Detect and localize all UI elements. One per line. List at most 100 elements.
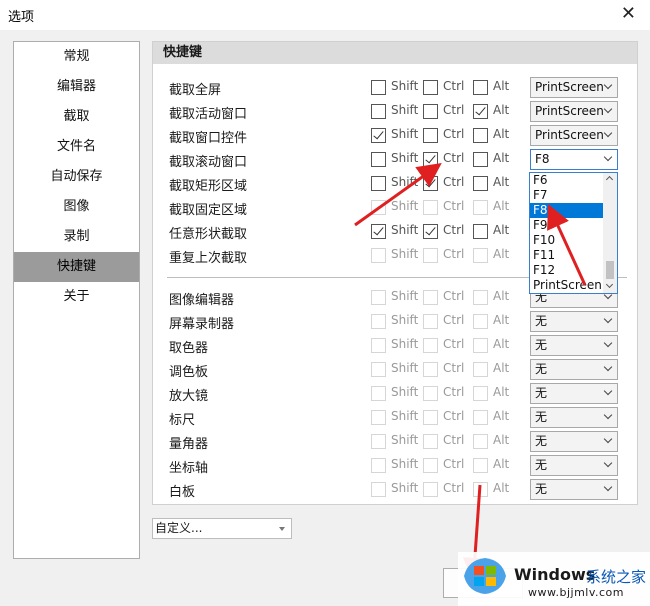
sidebar-item-3[interactable]: 文件名 xyxy=(14,132,139,162)
shift-checkbox[interactable] xyxy=(371,434,386,449)
sidebar-item-0[interactable]: 常规 xyxy=(14,42,139,72)
key-select[interactable]: 无 xyxy=(530,311,618,332)
alt-label: Alt xyxy=(493,175,510,189)
sidebar-item-6[interactable]: 录制 xyxy=(14,222,139,252)
alt-label: Alt xyxy=(493,79,510,93)
shift-label: Shift xyxy=(391,337,419,351)
shift-checkbox[interactable] xyxy=(371,104,386,119)
shift-checkbox[interactable] xyxy=(371,224,386,239)
close-icon[interactable]: ✕ xyxy=(621,3,636,24)
ctrl-checkbox[interactable] xyxy=(423,248,438,263)
key-select[interactable]: 无 xyxy=(530,383,618,404)
shift-label: Shift xyxy=(391,433,419,447)
hotkey-row: 量角器 Shift Ctrl Alt 无 xyxy=(153,430,639,454)
ctrl-label: Ctrl xyxy=(443,151,465,165)
sidebar-item-7[interactable]: 快捷键 xyxy=(14,252,139,282)
chevron-down-icon xyxy=(603,386,613,396)
key-select[interactable]: 无 xyxy=(530,359,618,380)
alt-checkbox[interactable] xyxy=(473,128,488,143)
shift-checkbox[interactable] xyxy=(371,80,386,95)
key-dropdown-list[interactable]: F6 F7 F8 F9 F10 F11 F12 PrintScreen xyxy=(529,172,618,294)
key-select-value: 无 xyxy=(535,338,548,352)
alt-checkbox[interactable] xyxy=(473,410,488,425)
shift-checkbox[interactable] xyxy=(371,338,386,353)
alt-label: Alt xyxy=(493,223,510,237)
key-select-value: 无 xyxy=(535,362,548,376)
sidebar-item-8[interactable]: 关于 xyxy=(14,282,139,312)
shift-checkbox[interactable] xyxy=(371,362,386,377)
ctrl-checkbox[interactable] xyxy=(423,224,438,239)
key-select[interactable]: PrintScreen xyxy=(530,101,618,122)
ctrl-checkbox[interactable] xyxy=(423,200,438,215)
ctrl-checkbox[interactable] xyxy=(423,152,438,167)
key-select-value: PrintScreen xyxy=(535,104,604,118)
shift-checkbox[interactable] xyxy=(371,410,386,425)
hotkey-label: 截取全屏 xyxy=(169,83,222,98)
scroll-up-icon[interactable] xyxy=(605,175,614,184)
alt-checkbox[interactable] xyxy=(473,458,488,473)
shift-checkbox[interactable] xyxy=(371,176,386,191)
alt-checkbox[interactable] xyxy=(473,434,488,449)
alt-checkbox[interactable] xyxy=(473,80,488,95)
ctrl-checkbox[interactable] xyxy=(423,176,438,191)
alt-checkbox[interactable] xyxy=(473,386,488,401)
key-select[interactable]: 无 xyxy=(530,455,618,476)
key-select[interactable]: PrintScreen xyxy=(530,125,618,146)
shift-label: Shift xyxy=(391,313,419,327)
key-select[interactable]: F8 xyxy=(530,149,618,170)
alt-checkbox[interactable] xyxy=(473,314,488,329)
watermark-url: www.bjjmlv.com xyxy=(528,586,624,599)
key-select-value: 无 xyxy=(535,434,548,448)
ctrl-checkbox[interactable] xyxy=(423,338,438,353)
alt-checkbox[interactable] xyxy=(473,104,488,119)
shift-checkbox[interactable] xyxy=(371,200,386,215)
alt-checkbox[interactable] xyxy=(473,152,488,167)
preset-select[interactable]: 自定义... xyxy=(152,518,292,539)
shift-checkbox[interactable] xyxy=(371,248,386,263)
key-select-value: 无 xyxy=(535,386,548,400)
shift-checkbox[interactable] xyxy=(371,386,386,401)
alt-checkbox[interactable] xyxy=(473,176,488,191)
shift-label: Shift xyxy=(391,385,419,399)
sidebar-item-2[interactable]: 截取 xyxy=(14,102,139,132)
alt-checkbox[interactable] xyxy=(473,338,488,353)
ctrl-checkbox[interactable] xyxy=(423,386,438,401)
key-select[interactable]: 无 xyxy=(530,479,618,500)
ctrl-checkbox[interactable] xyxy=(423,458,438,473)
key-select[interactable]: 无 xyxy=(530,407,618,428)
ctrl-checkbox[interactable] xyxy=(423,80,438,95)
ctrl-checkbox[interactable] xyxy=(423,314,438,329)
shift-checkbox[interactable] xyxy=(371,290,386,305)
sidebar-item-5[interactable]: 图像 xyxy=(14,192,139,222)
shift-checkbox[interactable] xyxy=(371,482,386,497)
sidebar-item-4[interactable]: 自动保存 xyxy=(14,162,139,192)
alt-checkbox[interactable] xyxy=(473,224,488,239)
shift-checkbox[interactable] xyxy=(371,458,386,473)
ctrl-checkbox[interactable] xyxy=(423,410,438,425)
key-select[interactable]: 无 xyxy=(530,431,618,452)
alt-label: Alt xyxy=(493,409,510,423)
scroll-down-icon[interactable] xyxy=(605,280,614,289)
key-select[interactable]: PrintScreen xyxy=(530,77,618,98)
dropdown-scrollbar[interactable] xyxy=(603,173,617,293)
alt-checkbox[interactable] xyxy=(473,362,488,377)
shift-label: Shift xyxy=(391,127,419,141)
alt-label: Alt xyxy=(493,313,510,327)
shift-checkbox[interactable] xyxy=(371,128,386,143)
ctrl-checkbox[interactable] xyxy=(423,482,438,497)
alt-checkbox[interactable] xyxy=(473,482,488,497)
ctrl-checkbox[interactable] xyxy=(423,128,438,143)
key-select[interactable]: 无 xyxy=(530,335,618,356)
ctrl-checkbox[interactable] xyxy=(423,104,438,119)
alt-checkbox[interactable] xyxy=(473,200,488,215)
ctrl-checkbox[interactable] xyxy=(423,362,438,377)
ctrl-checkbox[interactable] xyxy=(423,434,438,449)
sidebar-item-1[interactable]: 编辑器 xyxy=(14,72,139,102)
alt-checkbox[interactable] xyxy=(473,248,488,263)
ctrl-checkbox[interactable] xyxy=(423,290,438,305)
alt-label: Alt xyxy=(493,247,510,261)
shift-checkbox[interactable] xyxy=(371,314,386,329)
scroll-thumb[interactable] xyxy=(606,261,614,279)
alt-checkbox[interactable] xyxy=(473,290,488,305)
shift-checkbox[interactable] xyxy=(371,152,386,167)
